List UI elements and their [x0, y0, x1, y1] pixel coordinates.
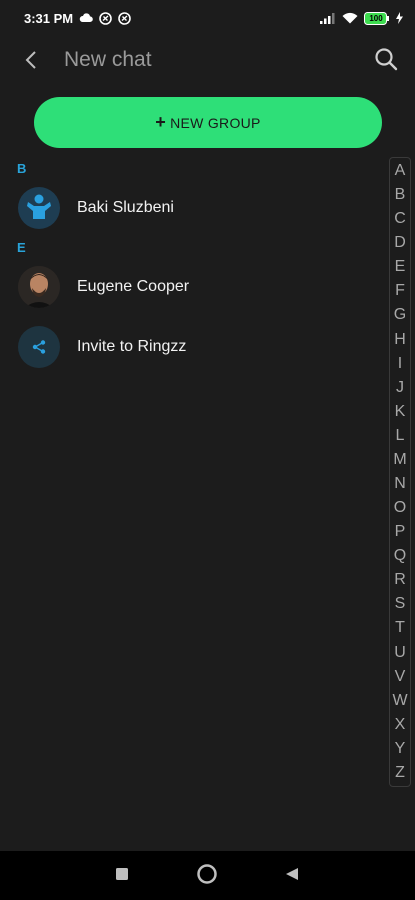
- page-title: New chat: [64, 48, 152, 71]
- square-icon: [115, 867, 129, 886]
- wifi-icon: [342, 12, 358, 24]
- alphabet-letter[interactable]: L: [396, 425, 405, 447]
- status-time: 3:31 PM: [24, 10, 74, 26]
- app-notification-icon: [99, 11, 112, 25]
- battery-icon: 100: [364, 11, 390, 25]
- alphabet-letter[interactable]: F: [395, 280, 405, 302]
- contact-item[interactable]: Baki Sluzbeni: [18, 186, 378, 230]
- contact-name: Baki Sluzbeni: [77, 199, 174, 216]
- charging-icon: [396, 12, 403, 24]
- invite-item[interactable]: Invite to Ringzz: [18, 325, 378, 369]
- header: New chat: [0, 36, 415, 86]
- circle-icon: [196, 863, 218, 890]
- alphabet-letter[interactable]: E: [395, 256, 406, 278]
- plus-icon: +: [155, 112, 167, 132]
- invite-label: Invite to Ringzz: [77, 338, 187, 355]
- new-group-button[interactable]: + NEW GROUP: [34, 97, 382, 148]
- new-group-label: NEW GROUP: [170, 114, 261, 131]
- alphabet-letter[interactable]: Y: [395, 738, 406, 760]
- alphabet-letter[interactable]: Z: [395, 762, 405, 784]
- alphabet-letter[interactable]: K: [395, 401, 406, 423]
- alphabet-letter[interactable]: B: [395, 184, 406, 206]
- back-arrow-icon: [24, 50, 38, 75]
- search-icon: [374, 47, 398, 76]
- triangle-back-icon: [284, 866, 300, 887]
- search-button[interactable]: [371, 46, 401, 76]
- home-button[interactable]: [195, 863, 219, 890]
- contact-name: Eugene Cooper: [77, 278, 190, 295]
- app-notification-icon-2: [118, 11, 131, 25]
- alphabet-letter[interactable]: O: [394, 497, 406, 519]
- alphabet-letter[interactable]: R: [394, 569, 406, 591]
- back-button[interactable]: [18, 49, 44, 75]
- section-header-b: B: [17, 161, 27, 176]
- status-bar: 3:31 PM 100: [0, 0, 415, 36]
- alphabet-letter[interactable]: G: [394, 304, 406, 326]
- alphabet-letter[interactable]: N: [394, 473, 406, 495]
- alphabet-letter[interactable]: C: [394, 208, 406, 230]
- cloud-icon: [79, 13, 93, 23]
- battery-level: 100: [369, 13, 383, 23]
- section-header-e: E: [17, 240, 26, 255]
- alphabet-letter[interactable]: T: [395, 617, 405, 639]
- alphabet-letter[interactable]: S: [395, 593, 406, 615]
- alphabet-letter[interactable]: A: [395, 160, 406, 182]
- blue-person-avatar: [18, 187, 60, 229]
- signal-icon: [320, 12, 336, 24]
- alphabet-index[interactable]: ABCDEFGHIJKLMNOPQRSTUVWXYZ: [389, 157, 411, 787]
- alphabet-letter[interactable]: M: [393, 449, 406, 471]
- contact-item[interactable]: Eugene Cooper: [18, 265, 378, 309]
- photo-avatar: [18, 266, 60, 308]
- alphabet-letter[interactable]: Q: [394, 545, 406, 567]
- alphabet-letter[interactable]: P: [395, 521, 406, 543]
- recents-button[interactable]: [110, 864, 134, 888]
- alphabet-letter[interactable]: V: [395, 666, 406, 688]
- navigation-bar: [0, 851, 415, 900]
- alphabet-letter[interactable]: D: [394, 232, 406, 254]
- alphabet-letter[interactable]: I: [398, 353, 402, 375]
- alphabet-letter[interactable]: W: [392, 690, 407, 712]
- alphabet-letter[interactable]: U: [394, 642, 406, 664]
- alphabet-letter[interactable]: X: [395, 714, 406, 736]
- share-icon: [18, 326, 60, 368]
- back-nav-button[interactable]: [280, 864, 304, 888]
- alphabet-letter[interactable]: H: [394, 329, 406, 351]
- alphabet-letter[interactable]: J: [396, 377, 404, 399]
